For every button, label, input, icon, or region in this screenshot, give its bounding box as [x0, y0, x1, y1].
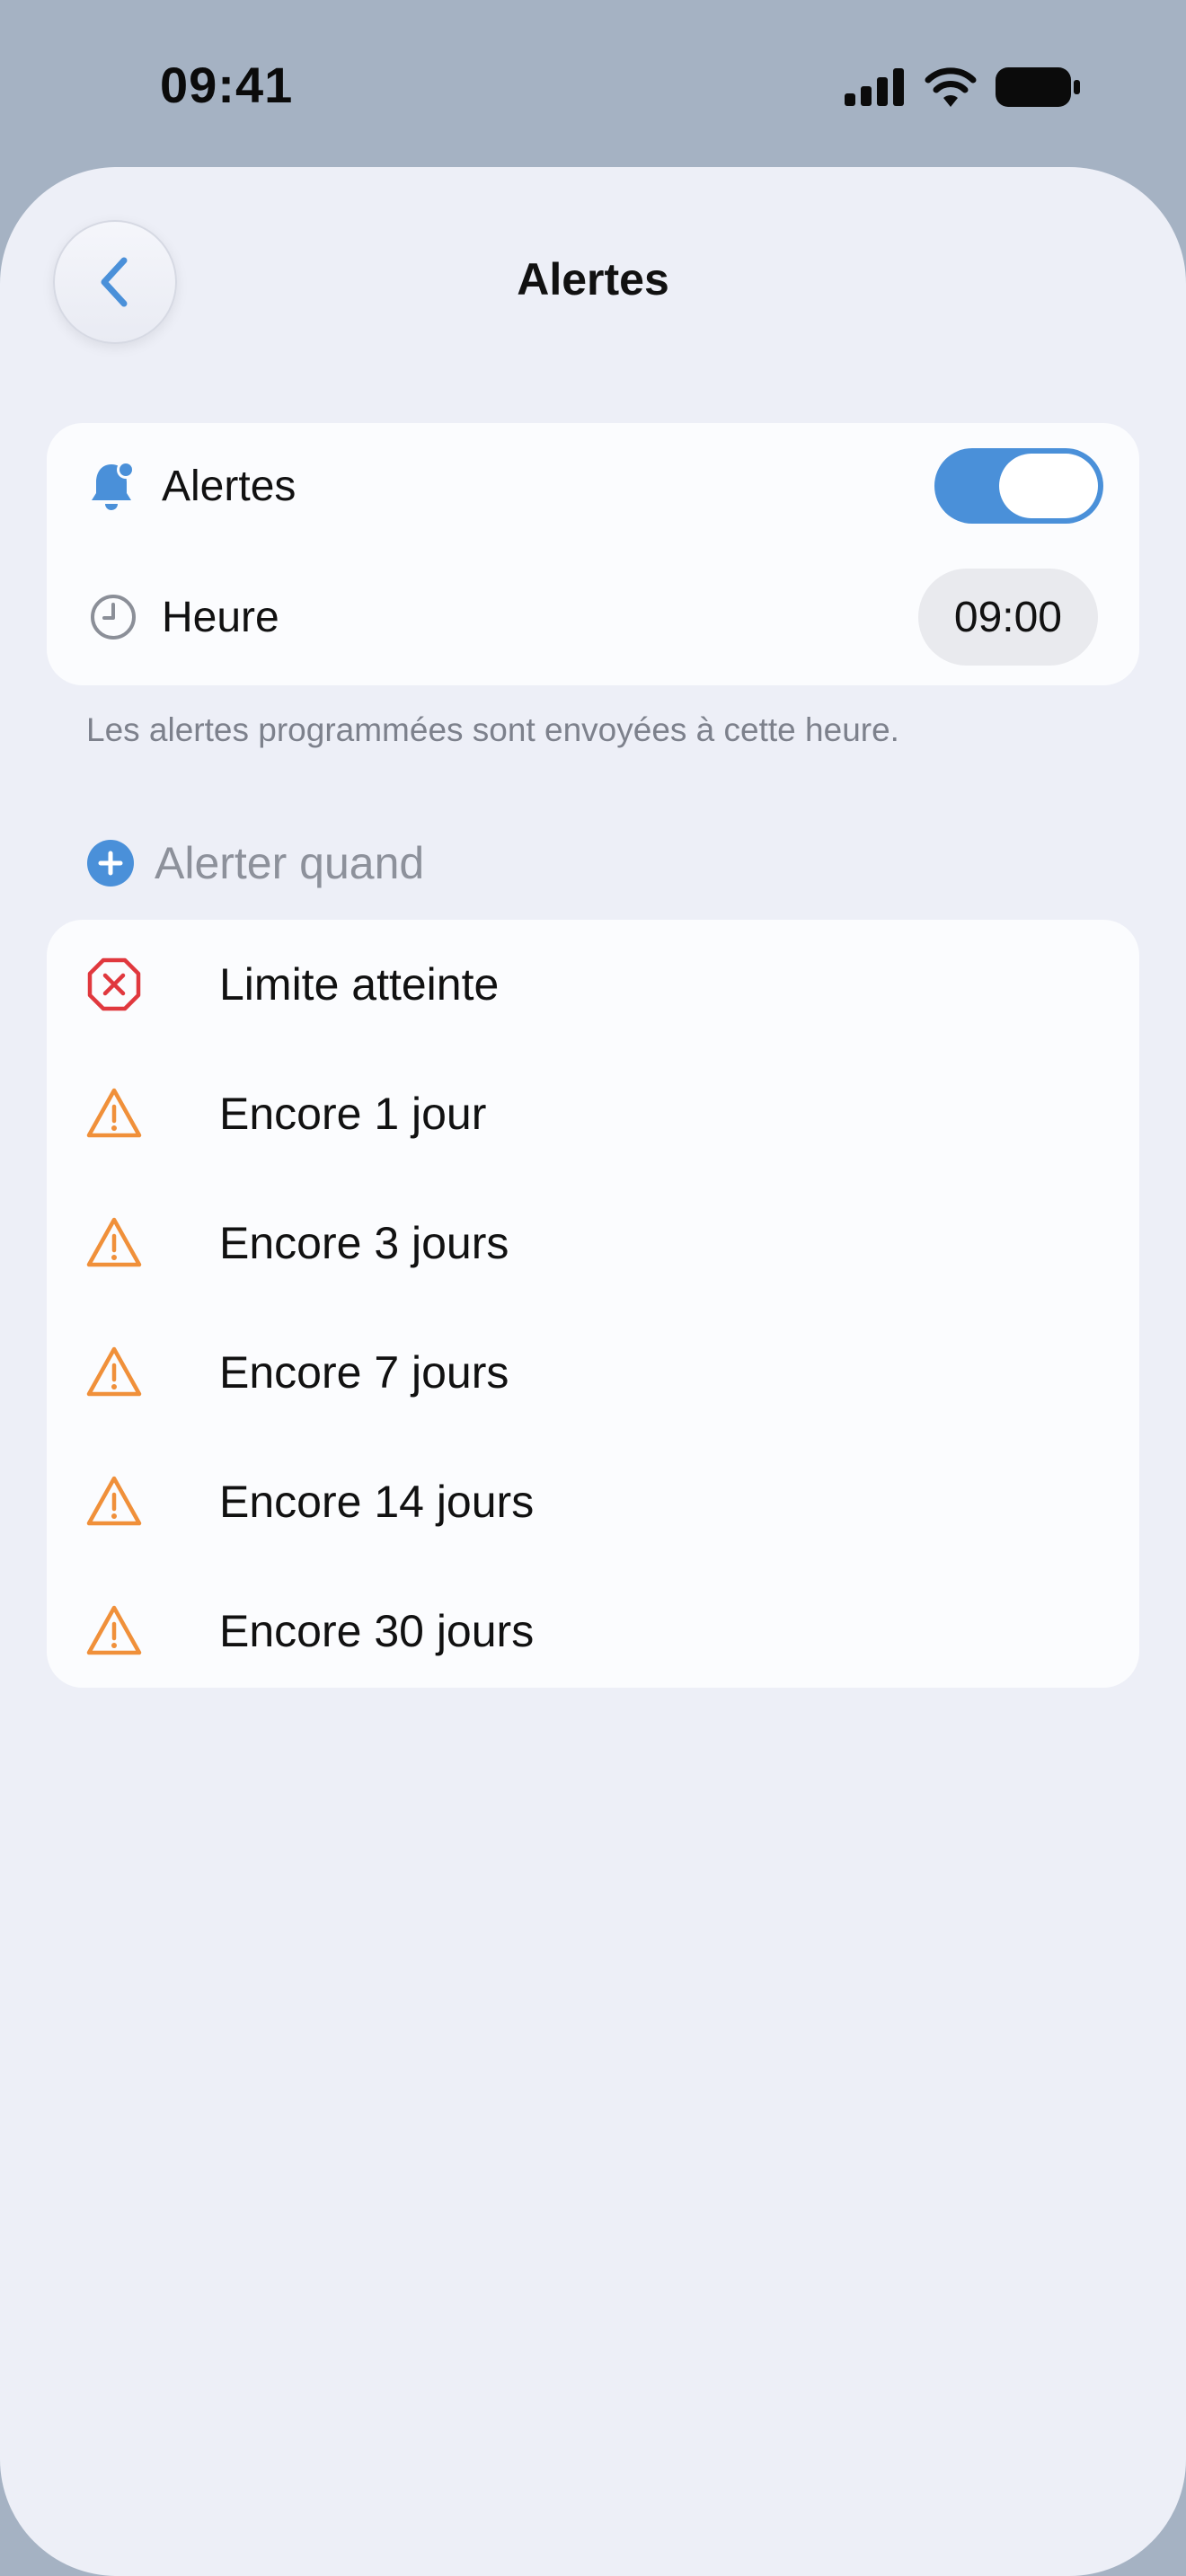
alerts-label: Alertes	[162, 462, 296, 510]
alert-conditions-card: Limite atteinte Encore 1 jour Encore 3 j…	[47, 920, 1139, 1688]
alerts-toggle[interactable]	[934, 448, 1103, 524]
warning-triangle-icon	[86, 1088, 142, 1138]
time-footnote: Les alertes programmées sont envoyées à …	[86, 711, 899, 748]
list-item[interactable]: Encore 3 jours	[47, 1178, 1139, 1308]
alert-when-label: Alerter quand	[155, 838, 425, 888]
plus-circle-icon	[87, 840, 134, 887]
warning-triangle-icon	[86, 1217, 142, 1267]
x-octagon-icon	[87, 957, 141, 1011]
status-bar: 09:41	[0, 0, 1186, 171]
page-title: Alertes	[517, 254, 669, 304]
time-picker[interactable]: 09:00	[917, 569, 1098, 666]
bell-badge-icon	[86, 459, 140, 513]
cellular-signal-icon	[845, 68, 904, 106]
alert-label: Encore 30 jours	[219, 1606, 535, 1656]
alert-label: Encore 1 jour	[219, 1089, 487, 1139]
list-item[interactable]: Encore 14 jours	[47, 1437, 1139, 1566]
status-icons	[845, 65, 1080, 110]
warning-triangle-icon	[86, 1346, 142, 1397]
list-item[interactable]: Encore 1 jour	[47, 1049, 1139, 1178]
time-label: Heure	[162, 593, 279, 641]
alerts-sheet: Alertes Alertes Heure 09:00 Les alertes …	[0, 167, 1186, 2576]
alert-label: Encore 3 jours	[219, 1218, 509, 1268]
alert-settings-card: Alertes Heure 09:00	[47, 423, 1139, 685]
alert-label: Limite atteinte	[219, 959, 500, 1010]
list-item[interactable]: Encore 30 jours	[47, 1566, 1139, 1696]
status-time: 09:41	[160, 57, 294, 113]
list-item[interactable]: Limite atteinte	[47, 920, 1139, 1049]
battery-icon	[996, 67, 1080, 107]
clock-icon	[86, 590, 140, 644]
alerts-toggle-row: Alertes	[47, 423, 1139, 549]
time-row[interactable]: Heure 09:00	[47, 549, 1139, 685]
list-item[interactable]: Encore 7 jours	[47, 1308, 1139, 1437]
toggle-knob	[999, 454, 1098, 518]
alert-when-header[interactable]: Alerter quand	[86, 832, 424, 895]
warning-triangle-icon	[86, 1476, 142, 1526]
alert-label: Encore 7 jours	[219, 1347, 509, 1398]
warning-triangle-icon	[86, 1605, 142, 1655]
alert-label: Encore 14 jours	[219, 1477, 535, 1527]
wifi-icon	[925, 67, 977, 107]
